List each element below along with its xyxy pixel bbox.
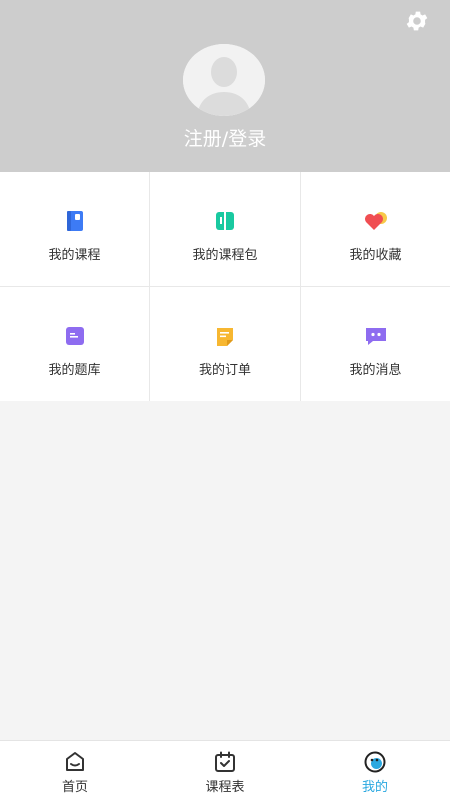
order-note-icon — [212, 323, 238, 349]
profile-face-icon — [363, 750, 387, 774]
tab-label: 我的 — [361, 780, 388, 795]
profile-page: 注册/登录 我的课程 我的课程包 我的收藏 我的题库 我的订单 我的消息 首页 … — [0, 0, 450, 800]
tab-mine[interactable]: 我的 — [300, 741, 450, 800]
menu-item-my-courses[interactable]: 我的课程 — [0, 172, 149, 286]
avatar[interactable] — [183, 44, 265, 116]
tab-label: 首页 — [61, 780, 88, 795]
tab-schedule[interactable]: 课程表 — [150, 741, 300, 800]
tab-home[interactable]: 首页 — [0, 741, 150, 800]
menu-item-my-orders[interactable]: 我的订单 — [150, 287, 300, 401]
tab-label: 课程表 — [205, 780, 245, 795]
question-bank-icon — [62, 323, 88, 349]
menu-item-label: 我的课程 — [48, 248, 101, 263]
calendar-check-icon — [213, 750, 237, 774]
message-chat-icon — [363, 323, 389, 349]
profile-header: 注册/登录 — [0, 0, 450, 172]
bottom-tab-bar: 首页 课程表 我的 — [0, 740, 450, 800]
login-register-link[interactable]: 注册/登录 — [0, 124, 450, 151]
course-book-icon — [62, 208, 88, 234]
menu-item-my-favorites[interactable]: 我的收藏 — [301, 172, 450, 286]
home-icon — [63, 750, 87, 774]
settings-button[interactable] — [404, 8, 430, 34]
menu-item-label: 我的订单 — [198, 363, 251, 378]
menu-item-label: 我的课程包 — [192, 248, 258, 263]
menu-item-my-messages[interactable]: 我的消息 — [301, 287, 450, 401]
menu-item-my-question-bank[interactable]: 我的题库 — [0, 287, 149, 401]
menu-item-label: 我的消息 — [349, 363, 402, 378]
menu-item-label: 我的收藏 — [349, 248, 402, 263]
default-user-avatar-icon — [183, 44, 265, 116]
menu-item-my-course-packages[interactable]: 我的课程包 — [150, 172, 300, 286]
heart-favorite-icon — [363, 208, 389, 234]
gear-icon — [406, 11, 428, 31]
menu-grid: 我的课程 我的课程包 我的收藏 我的题库 我的订单 我的消息 — [0, 172, 450, 401]
menu-item-label: 我的题库 — [48, 363, 101, 378]
course-package-icon — [212, 208, 238, 234]
